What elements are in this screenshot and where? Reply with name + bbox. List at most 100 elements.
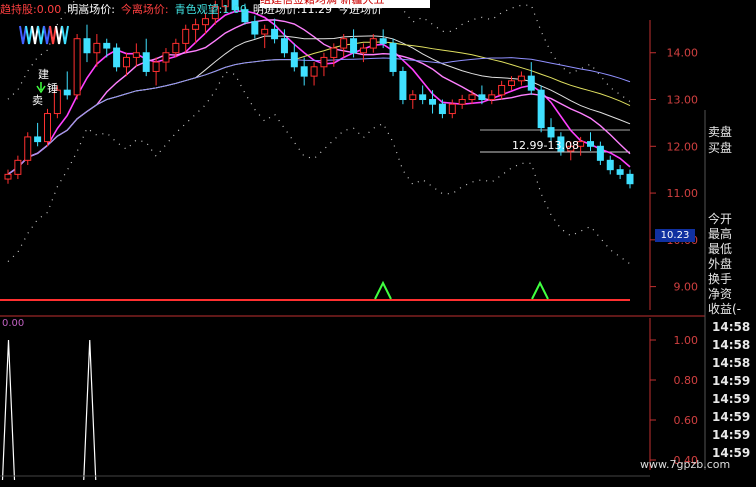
sub-tick-label-2: 0.60 bbox=[674, 414, 699, 427]
candle-body-53 bbox=[527, 75, 535, 91]
candle-body-46 bbox=[458, 99, 466, 105]
mini-bar-3 bbox=[37, 25, 45, 45]
mini-bar-2 bbox=[31, 25, 39, 45]
quote-label-8: 收益(- bbox=[708, 302, 742, 316]
candle-body-6 bbox=[63, 89, 71, 96]
signal-label-top: 建 bbox=[38, 67, 49, 81]
candle-body-26 bbox=[261, 28, 269, 35]
sub-spike-0 bbox=[1, 339, 16, 481]
candle-body-52 bbox=[517, 75, 525, 82]
candle-body-59 bbox=[587, 141, 595, 147]
mini-bar-4 bbox=[43, 25, 51, 45]
mini-bar-1 bbox=[25, 25, 33, 45]
trade-time-2: 14:58 bbox=[712, 356, 751, 370]
quote-label-7: 净资 bbox=[708, 287, 733, 301]
sub-tick-label-1: 0.80 bbox=[674, 374, 699, 387]
lower-band bbox=[7, 71, 631, 265]
trade-time-5: 14:59 bbox=[712, 410, 751, 424]
candle-body-3 bbox=[34, 136, 42, 143]
candle-body-37 bbox=[369, 38, 377, 49]
ma20-line bbox=[7, 35, 631, 175]
quote-label-3: 最高 bbox=[708, 227, 733, 241]
candle-body-48 bbox=[478, 94, 486, 101]
candle-body-35 bbox=[350, 38, 358, 54]
candle-body-39 bbox=[389, 42, 397, 72]
trade-time-0: 14:58 bbox=[712, 320, 751, 334]
y-tick-label-3: 11.00 bbox=[667, 187, 699, 200]
candle-body-12 bbox=[122, 56, 130, 68]
candle-body-0 bbox=[4, 173, 12, 180]
candle-body-17 bbox=[172, 42, 180, 54]
candle-body-25 bbox=[251, 21, 259, 35]
chart-canvas: 14.0013.0012.0011.0010.009.0015.8312.99-… bbox=[0, 0, 706, 481]
candle-body-33 bbox=[330, 47, 338, 58]
signal-arrow bbox=[36, 82, 46, 94]
candle-body-61 bbox=[606, 159, 614, 171]
candle-body-30 bbox=[300, 66, 308, 77]
y-tick-label-1: 13.00 bbox=[667, 94, 699, 107]
candle-body-54 bbox=[537, 89, 545, 129]
candle-body-7 bbox=[73, 38, 81, 96]
candle-body-32 bbox=[320, 56, 328, 68]
candle-body-41 bbox=[409, 94, 417, 101]
candle-body-36 bbox=[359, 47, 367, 54]
signal-label-sell: 卖 bbox=[32, 94, 43, 107]
y-tick-label-2: 12.00 bbox=[667, 140, 699, 153]
trade-time-6: 14:59 bbox=[712, 428, 751, 442]
current-price-badge: 10.23 bbox=[655, 229, 695, 242]
candle-body-28 bbox=[280, 38, 288, 54]
candle-body-2 bbox=[24, 136, 32, 161]
header-item-0: 趋持股:0.00 bbox=[0, 3, 62, 16]
candle-body-43 bbox=[429, 99, 437, 105]
mini-bar-5 bbox=[49, 25, 57, 45]
quote-label-0: 卖盘 bbox=[708, 125, 733, 139]
candle-body-62 bbox=[616, 169, 624, 175]
quote-label-2: 今开 bbox=[708, 212, 733, 226]
header-item-3: 青色观望:1.00 bbox=[174, 3, 247, 16]
candle-body-49 bbox=[488, 94, 496, 101]
candle-body-8 bbox=[83, 38, 91, 54]
header-item-1: 明嵩场价: bbox=[67, 3, 115, 16]
candle-body-1 bbox=[14, 159, 22, 175]
trade-time-1: 14:58 bbox=[712, 338, 751, 352]
candle-body-45 bbox=[448, 103, 456, 115]
mini-bar-0 bbox=[19, 25, 27, 45]
header-item-2: 今离场价: bbox=[120, 3, 169, 16]
candle-body-18 bbox=[182, 28, 190, 44]
trade-time-3: 14:59 bbox=[712, 374, 751, 388]
candle-body-13 bbox=[132, 52, 140, 58]
candle-body-15 bbox=[152, 61, 160, 72]
candle-body-4 bbox=[43, 113, 51, 143]
candle-body-34 bbox=[340, 38, 348, 49]
mini-bar-6 bbox=[55, 25, 63, 45]
top-banner-text: 组建信签籍均满 新疆大五 bbox=[260, 0, 430, 8]
candle-body-40 bbox=[399, 70, 407, 101]
sub-tick-label-0: 1.00 bbox=[674, 334, 699, 347]
candle-body-16 bbox=[162, 52, 170, 63]
quote-label-6: 换手 bbox=[708, 272, 733, 286]
sub-indicator-value: 0.00 bbox=[2, 318, 25, 329]
watermark: www.7gpzb.com bbox=[640, 458, 731, 471]
candle-body-51 bbox=[508, 80, 516, 86]
candle-body-55 bbox=[547, 127, 555, 138]
candle-body-14 bbox=[142, 52, 150, 72]
candle-body-60 bbox=[596, 145, 604, 161]
buy-marker-1 bbox=[531, 280, 549, 300]
signal-label-hammer: 锤 bbox=[47, 81, 58, 95]
candle-body-47 bbox=[468, 94, 476, 101]
candle-body-19 bbox=[192, 24, 200, 30]
sub-spike-1 bbox=[83, 339, 97, 481]
candle-body-10 bbox=[103, 42, 111, 49]
trade-time-4: 14:59 bbox=[712, 392, 751, 406]
candle-body-38 bbox=[379, 38, 387, 44]
mini-bar-7 bbox=[61, 25, 69, 45]
y-tick-label-0: 14.00 bbox=[667, 47, 699, 60]
candle-body-27 bbox=[271, 28, 279, 40]
candle-body-11 bbox=[113, 47, 121, 68]
quote-label-1: 买盘 bbox=[708, 141, 733, 155]
candle-body-50 bbox=[498, 84, 506, 96]
ma45-line bbox=[7, 57, 631, 175]
candle-body-44 bbox=[438, 103, 446, 115]
y-tick-label-5: 9.00 bbox=[674, 281, 699, 294]
candle-body-9 bbox=[93, 42, 101, 54]
